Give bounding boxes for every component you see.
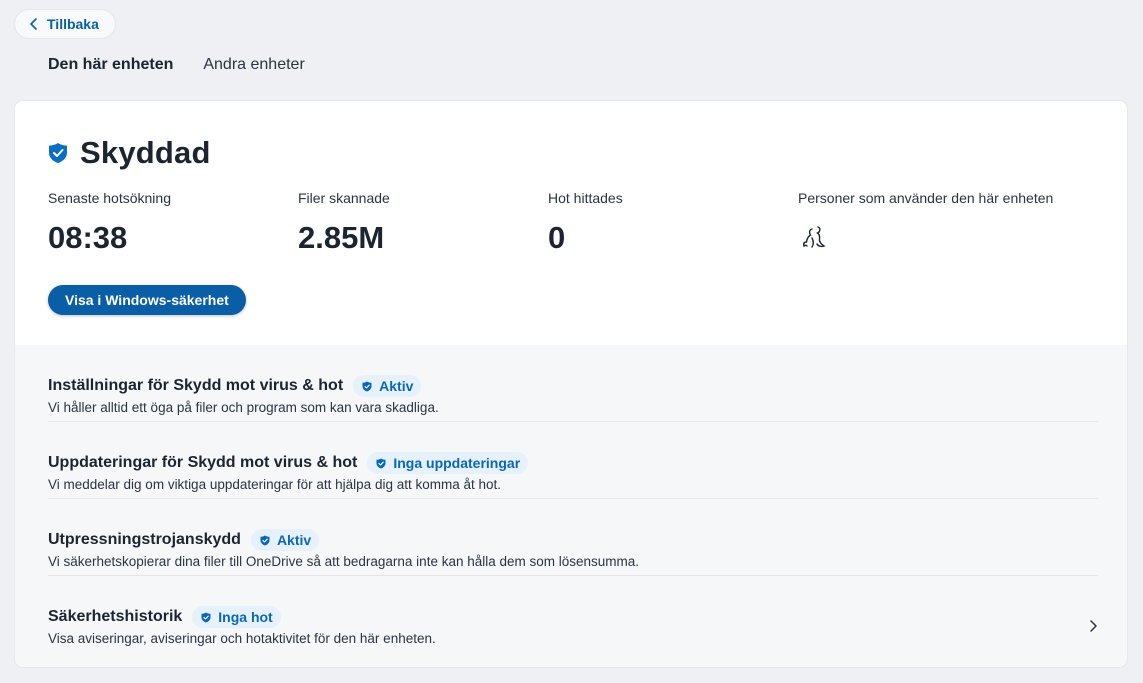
tab-other-devices[interactable]: Andra enheter: [203, 56, 304, 103]
stat-files-scanned: Filer skannade 2.85M: [298, 190, 548, 259]
tab-this-device[interactable]: Den här enheten: [48, 56, 174, 103]
stat-device-users: Personer som använder den här enheten: [798, 190, 1098, 259]
badge-label: Inga uppdateringar: [393, 455, 521, 471]
device-tabs: Den här enheten Andra enheter: [48, 56, 305, 103]
people-icon: [802, 226, 826, 248]
shield-check-icon: [201, 612, 211, 622]
scan-stats: Senaste hotsökning 08:38 Filer skannade …: [48, 190, 1098, 259]
status-title: Skyddad: [80, 135, 211, 170]
stat-label: Hot hittades: [548, 190, 623, 206]
badge-label: Aktiv: [379, 378, 414, 394]
feature-header: Säkerhetshistorik Inga hot: [48, 606, 281, 628]
stat-last-scan: Senaste hotsökning 08:38: [48, 190, 298, 259]
shield-check-icon: [362, 381, 372, 391]
list-item-security-history[interactable]: Säkerhetshistorik Inga hot Visa aviserin…: [48, 576, 1098, 653]
feature-description: Vi meddelar dig om viktiga uppdateringar…: [48, 477, 502, 492]
feature-title: Uppdateringar för Skydd mot virus & hot: [48, 454, 358, 471]
stat-label: Personer som använder den här enheten: [798, 190, 1054, 206]
stat-label: Filer skannade: [298, 190, 390, 206]
chevron-right-icon[interactable]: [1088, 618, 1098, 634]
badge-label: Inga hot: [218, 609, 273, 625]
feature-description: Visa aviseringar, aviseringar och hotakt…: [48, 631, 436, 646]
feature-description: Vi säkerhetskopierar dina filer till One…: [48, 554, 640, 569]
status-badge: Inga uppdateringar: [367, 452, 529, 474]
list-item-virus-settings[interactable]: Inställningar för Skydd mot virus & hot …: [48, 345, 1098, 422]
stat-value: 2.85M: [298, 220, 385, 255]
protection-card: Skyddad Senaste hotsökning 08:38 Filer s…: [15, 101, 1127, 667]
chevron-left-icon: [30, 18, 37, 30]
status-badge: Aktiv: [353, 375, 422, 397]
stat-value: 0: [548, 220, 566, 255]
feature-title: Inställningar för Skydd mot virus & hot: [48, 377, 344, 394]
feature-description: Vi håller alltid ett öga på filer och pr…: [48, 400, 439, 415]
back-button[interactable]: Tillbaka: [14, 9, 116, 39]
feature-title: Säkerhetshistorik: [48, 608, 183, 625]
shield-check-icon: [48, 142, 68, 164]
list-item-virus-updates[interactable]: Uppdateringar för Skydd mot virus & hot …: [48, 422, 1098, 499]
feature-list: Inställningar för Skydd mot virus & hot …: [15, 345, 1127, 667]
feature-header: Inställningar för Skydd mot virus & hot …: [48, 375, 422, 397]
shield-check-icon: [376, 458, 386, 468]
status-badge: Inga hot: [192, 606, 281, 628]
stat-value: 08:38: [48, 220, 128, 255]
feature-header: Uppdateringar för Skydd mot virus & hot …: [48, 452, 529, 474]
shield-check-icon: [260, 535, 270, 545]
feature-title: Utpressningstrojanskydd: [48, 531, 241, 548]
list-item-ransomware-protection[interactable]: Utpressningstrojanskydd Aktiv Vi säkerhe…: [48, 499, 1098, 576]
stat-label: Senaste hotsökning: [48, 190, 171, 206]
back-button-label: Tillbaka: [47, 16, 99, 32]
view-in-windows-security-button[interactable]: Visa i Windows-säkerhet: [48, 285, 246, 315]
status-header: Skyddad: [48, 135, 211, 171]
badge-label: Aktiv: [276, 532, 312, 548]
stat-threats-found: Hot hittades 0: [548, 190, 798, 259]
status-badge: Aktiv: [250, 529, 320, 551]
feature-header: Utpressningstrojanskydd Aktiv: [48, 529, 320, 551]
